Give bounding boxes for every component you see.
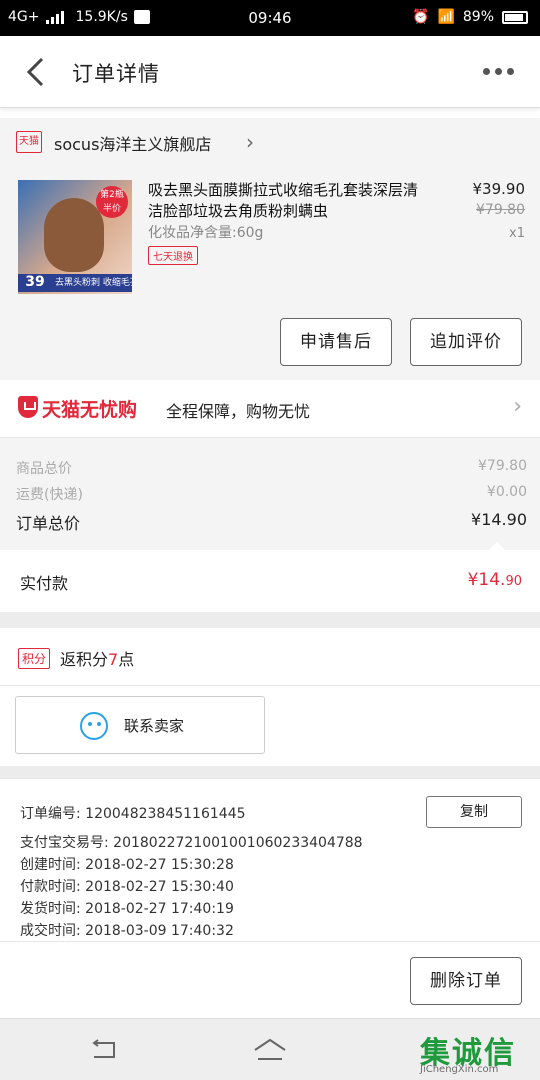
order-total-row: 订单总价 ¥14.90 bbox=[16, 510, 527, 534]
alarm-icon: ⏰ bbox=[412, 9, 430, 25]
product-card[interactable]: 第2瓶半价 39 去黑头粉刺 收缩毛孔 吸去黑头面膜撕拉式收缩毛孔套装深层清洁脸… bbox=[0, 168, 540, 380]
shipping-value: ¥0.00 bbox=[486, 484, 527, 500]
order-total-value: ¥14.90 bbox=[471, 510, 527, 529]
alipay-trade-row: 支付宝交易号: 2018022721001001060233404788 bbox=[20, 832, 363, 852]
watermark-url: JiChengXin.com bbox=[420, 1064, 499, 1075]
section-divider bbox=[0, 766, 540, 778]
paid-time: 2018-02-27 15:30:40 bbox=[85, 879, 234, 895]
chevron-right-icon: › bbox=[246, 130, 254, 154]
order-number-row: 订单编号: 120048238451161445 bbox=[20, 803, 246, 823]
original-price: ¥79.80 bbox=[476, 202, 525, 218]
store-name[interactable]: socus海洋主义旗舰店 bbox=[54, 131, 211, 155]
back-arrow-icon[interactable] bbox=[24, 56, 48, 88]
points-text: 返积分7点 bbox=[60, 650, 135, 669]
order-number: 120048238451161445 bbox=[85, 806, 246, 822]
wifi-icon: 📶 bbox=[437, 9, 455, 25]
tmall-guarantee-row[interactable]: 天猫无忧购 全程保障，购物无忧 › bbox=[0, 380, 540, 438]
product-title[interactable]: 吸去黑头面膜撕拉式收缩毛孔套装深层清洁脸部垃圾去角质粉刺螨虫 bbox=[148, 180, 432, 222]
wangwang-chat-icon bbox=[80, 712, 108, 740]
completed-time: 2018-03-09 17:40:32 bbox=[85, 923, 234, 939]
completed-time-row: 成交时间: 2018-03-09 17:40:32 bbox=[20, 920, 234, 940]
actual-paid-label: 实付款 bbox=[20, 574, 69, 593]
product-thumbnail[interactable]: 第2瓶半价 39 去黑头粉刺 收缩毛孔 bbox=[18, 180, 132, 294]
return-policy-badge: 七天退换 bbox=[148, 246, 198, 265]
price-summary: 商品总价 ¥79.80 运费(快递) ¥0.00 订单总价 ¥14.90 bbox=[0, 438, 540, 550]
product-price: ¥39.90 bbox=[472, 180, 526, 198]
product-photo bbox=[44, 198, 104, 272]
thumb-price: 39 bbox=[18, 274, 52, 292]
page-header: 订单详情 bbox=[0, 36, 540, 108]
shield-icon bbox=[18, 396, 38, 418]
goods-total-row: 商品总价 ¥79.80 bbox=[16, 458, 527, 478]
actual-paid-row: 实付款 ¥14.90 bbox=[0, 550, 540, 612]
created-time-row: 创建时间: 2018-02-27 15:30:28 bbox=[20, 854, 234, 874]
thumb-caption: 去黑头粉刺 收缩毛孔 bbox=[52, 274, 132, 292]
nav-home-icon[interactable] bbox=[252, 1037, 288, 1063]
status-bar: 4G+ 15.9K/s 09:46 ⏰ 📶 89% bbox=[0, 0, 540, 36]
points-badge: 积分 bbox=[18, 648, 51, 669]
battery-percent: 89% bbox=[462, 9, 494, 25]
goods-total-label: 商品总价 bbox=[16, 461, 72, 477]
completed-time-label: 成交时间: bbox=[20, 923, 81, 939]
promo-badge: 第2瓶半价 bbox=[96, 186, 128, 218]
page-title: 订单详情 bbox=[72, 62, 160, 86]
contact-seller-label: 联系卖家 bbox=[124, 717, 185, 735]
shipped-time: 2018-02-27 17:40:19 bbox=[85, 901, 234, 917]
shipped-time-label: 发货时间: bbox=[20, 901, 81, 917]
order-total-label: 订单总价 bbox=[16, 514, 81, 533]
paid-time-label: 付款时间: bbox=[20, 879, 81, 895]
paid-time-row: 付款时间: 2018-02-27 15:30:40 bbox=[20, 876, 234, 896]
contact-seller-button[interactable]: 联系卖家 bbox=[15, 696, 265, 754]
apply-after-sale-button[interactable]: 申请售后 bbox=[280, 318, 392, 366]
copy-button[interactable]: 复制 bbox=[426, 796, 522, 828]
add-review-button[interactable]: 追加评价 bbox=[410, 318, 522, 366]
goods-total-value: ¥79.80 bbox=[478, 458, 527, 474]
shipped-time-row: 发货时间: 2018-02-27 17:40:19 bbox=[20, 898, 234, 918]
shipping-label: 运费(快递) bbox=[16, 487, 83, 503]
order-number-label: 订单编号: bbox=[20, 806, 81, 822]
alipay-trade-label: 支付宝交易号: bbox=[20, 835, 109, 851]
shipping-row: 运费(快递) ¥0.00 bbox=[16, 484, 527, 504]
product-spec: 化妆品净含量:60g bbox=[148, 225, 264, 241]
chevron-right-icon: › bbox=[513, 394, 522, 419]
created-time-label: 创建时间: bbox=[20, 857, 81, 873]
section-divider bbox=[0, 612, 540, 628]
store-row[interactable]: 天猫 socus海洋主义旗舰店 › bbox=[0, 118, 540, 168]
delete-order-button[interactable]: 删除订单 bbox=[410, 957, 522, 1005]
nav-back-icon[interactable] bbox=[90, 1039, 118, 1061]
actual-paid-amount: ¥14.90 bbox=[467, 570, 522, 590]
order-info: 订单编号: 120048238451161445 复制 支付宝交易号: 2018… bbox=[0, 778, 540, 942]
battery-icon bbox=[502, 10, 528, 24]
more-options-icon[interactable] bbox=[483, 68, 514, 75]
tmall-store-icon: 天猫 bbox=[16, 131, 42, 153]
points-row: 积分 返积分7点 bbox=[0, 628, 540, 686]
product-quantity: x1 bbox=[509, 226, 525, 241]
created-time: 2018-02-27 15:30:28 bbox=[85, 857, 234, 873]
guarantee-brand: 天猫无忧购 bbox=[42, 399, 138, 421]
alipay-trade-number: 2018022721001001060233404788 bbox=[113, 835, 363, 851]
guarantee-text: 全程保障，购物无忧 bbox=[166, 402, 311, 421]
